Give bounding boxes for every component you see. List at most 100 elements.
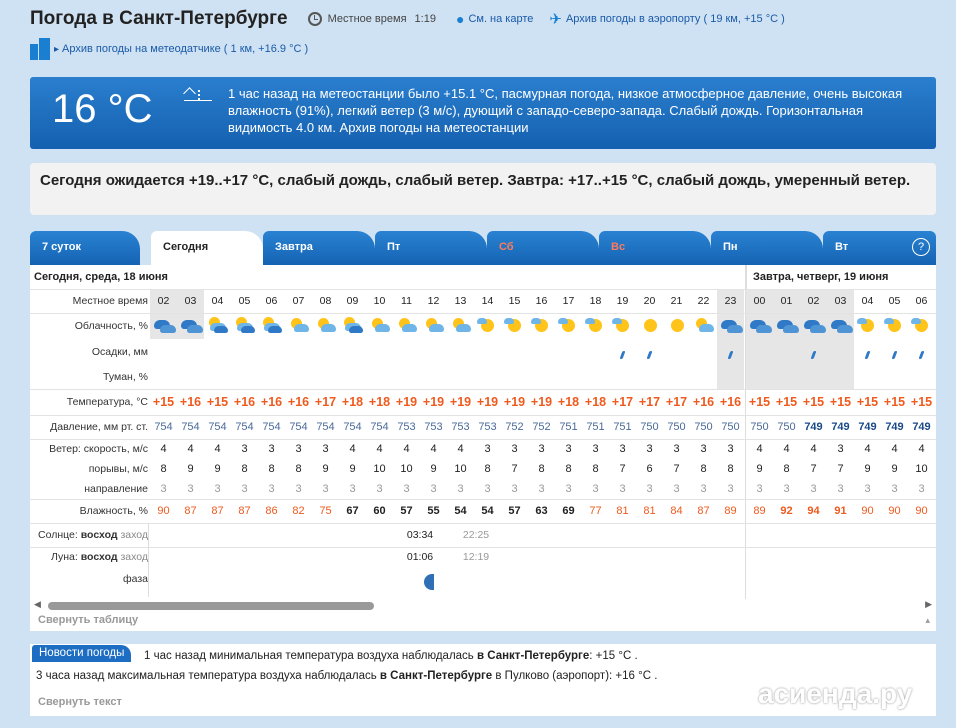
gusts-cell: 7 bbox=[810, 463, 817, 475]
hour-cell: 02 bbox=[807, 295, 820, 307]
temp-cell: +18 bbox=[584, 395, 607, 409]
wind-speed-cell: 3 bbox=[700, 443, 707, 455]
direction-cell: 3 bbox=[376, 483, 383, 495]
humidity-cell: 55 bbox=[427, 505, 440, 517]
humidity-cell: 94 bbox=[807, 505, 820, 517]
hour-cell: 07 bbox=[292, 295, 305, 307]
day-tabs: 7 суток Сегодня Завтра Пт Сб Вс Пн Вт ? bbox=[30, 231, 936, 265]
pressure-cell: 751 bbox=[559, 421, 578, 433]
wind-speed-cell: 3 bbox=[268, 443, 275, 455]
scrollbar-thumb[interactable] bbox=[48, 602, 374, 610]
moonset-time: 12:19 bbox=[462, 551, 490, 563]
tab-monday[interactable]: Пн bbox=[711, 231, 823, 265]
temp-cell: +19 bbox=[449, 395, 472, 409]
gusts-cell: 8 bbox=[538, 463, 545, 475]
hour-cell: 06 bbox=[915, 295, 928, 307]
sensor-archive: ▸ Архив погоды на метеодатчике ( 1 км, +… bbox=[30, 38, 308, 60]
sensor-archive-link[interactable]: Архив погоды на метеодатчике ( 1 км, +16… bbox=[62, 43, 308, 55]
gusts-cell: 8 bbox=[592, 463, 599, 475]
weather-icon-partly-cloudy bbox=[233, 315, 255, 335]
humidity-cell: 92 bbox=[780, 505, 793, 517]
row-label-time: Местное время bbox=[72, 295, 148, 307]
gusts-cell: 9 bbox=[864, 463, 871, 475]
table-scrollbar[interactable]: ◀ ▶ bbox=[34, 599, 932, 611]
direction-cell: 3 bbox=[349, 483, 356, 495]
direction-cell: 3 bbox=[783, 483, 790, 495]
tab-today[interactable]: Сегодня bbox=[151, 231, 263, 265]
pressure-cell: 753 bbox=[424, 421, 443, 433]
airport-archive-link[interactable]: Архив погоды в аэропорту ( 19 км, +15 °C… bbox=[566, 13, 785, 25]
gusts-cell: 7 bbox=[511, 463, 518, 475]
tab-7-days[interactable]: 7 суток bbox=[30, 231, 140, 265]
humidity-cell: 60 bbox=[373, 505, 386, 517]
tab-saturday[interactable]: Сб bbox=[487, 231, 599, 265]
tab-tomorrow[interactable]: Завтра bbox=[263, 231, 375, 265]
weather-icon-partly-sunny bbox=[692, 315, 714, 335]
direction-cell: 3 bbox=[295, 483, 302, 495]
gusts-cell: 8 bbox=[160, 463, 167, 475]
pressure-cell: 751 bbox=[613, 421, 632, 433]
humidity-cell: 87 bbox=[238, 505, 251, 517]
collapse-table-link[interactable]: Свернуть таблицу bbox=[38, 614, 138, 626]
humidity-cell: 90 bbox=[861, 505, 874, 517]
weather-icon-partly-sunny bbox=[314, 315, 336, 335]
direction-cell: 3 bbox=[187, 483, 194, 495]
rain-drop-icon bbox=[646, 351, 653, 359]
tab-friday[interactable]: Пт bbox=[375, 231, 487, 265]
pressure-cell: 753 bbox=[478, 421, 497, 433]
weather-icon-sunny-cloud bbox=[611, 315, 633, 335]
direction-cell: 3 bbox=[756, 483, 763, 495]
collapse-text-link[interactable]: Свернуть текст bbox=[38, 696, 122, 708]
local-time: Местное время 1:19 bbox=[307, 12, 436, 26]
sun-label-part: Солнце: bbox=[38, 529, 78, 541]
humidity-cell: 69 bbox=[562, 505, 575, 517]
wind-speed-cell: 3 bbox=[511, 443, 518, 455]
row-label-pressure: Давление, мм рт. ст. bbox=[50, 421, 148, 433]
pressure-cell: 750 bbox=[694, 421, 713, 433]
row-label-fog: Туман, % bbox=[103, 371, 148, 383]
gusts-cell: 8 bbox=[484, 463, 491, 475]
map-link[interactable]: См. на карте bbox=[468, 13, 533, 25]
hour-cell: 19 bbox=[616, 295, 629, 307]
humidity-cell: 91 bbox=[834, 505, 847, 517]
current-description[interactable]: 1 час назад на метеостанции было +15.1 °… bbox=[228, 85, 918, 136]
help-icon[interactable]: ? bbox=[912, 238, 930, 256]
watermark-logo: асиенда.ру bbox=[758, 678, 913, 709]
temp-cell: +19 bbox=[530, 395, 553, 409]
local-time-label: Местное время bbox=[327, 13, 407, 25]
temp-cell: +16 bbox=[692, 395, 715, 409]
weather-icon-night-cloudy bbox=[152, 315, 176, 335]
gusts-cell: 10 bbox=[373, 463, 386, 475]
temp-cell: +17 bbox=[638, 395, 661, 409]
gusts-cell: 8 bbox=[268, 463, 275, 475]
temp-cell: +15 bbox=[856, 395, 879, 409]
hour-cell: 20 bbox=[643, 295, 656, 307]
pressure-cell: 750 bbox=[667, 421, 686, 433]
wind-speed-cell: 3 bbox=[322, 443, 329, 455]
pressure-cell: 754 bbox=[181, 421, 200, 433]
moon-label-part: Луна: bbox=[50, 551, 78, 563]
sun-label-part: заход bbox=[117, 529, 148, 541]
row-label-moon: Луна: восход заход bbox=[30, 547, 148, 567]
table-divider bbox=[148, 523, 149, 597]
direction-cell: 3 bbox=[565, 483, 572, 495]
temp-cell: +18 bbox=[557, 395, 580, 409]
chevron-up-icon[interactable]: ▴ bbox=[925, 615, 930, 626]
hour-cell: 00 bbox=[753, 295, 766, 307]
weather-icon-night-cloudy bbox=[719, 315, 743, 335]
weather-icon-sunny bbox=[665, 315, 687, 335]
pressure-cell: 754 bbox=[343, 421, 362, 433]
day-header-tomorrow: Завтра, четверг, 19 июня bbox=[746, 265, 888, 289]
weather-icon-partly-sunny bbox=[449, 315, 471, 335]
hour-cell: 08 bbox=[319, 295, 332, 307]
temp-cell: +19 bbox=[422, 395, 445, 409]
direction-cell: 3 bbox=[241, 483, 248, 495]
tab-sunday[interactable]: Вс bbox=[599, 231, 711, 265]
direction-cell: 3 bbox=[457, 483, 464, 495]
weather-icon-partly-sunny bbox=[287, 315, 309, 335]
direction-cell: 3 bbox=[430, 483, 437, 495]
humidity-cell: 81 bbox=[616, 505, 629, 517]
temp-cell: +16 bbox=[260, 395, 283, 409]
pressure-cell: 749 bbox=[831, 421, 850, 433]
map-pin-icon: ● bbox=[455, 11, 465, 27]
